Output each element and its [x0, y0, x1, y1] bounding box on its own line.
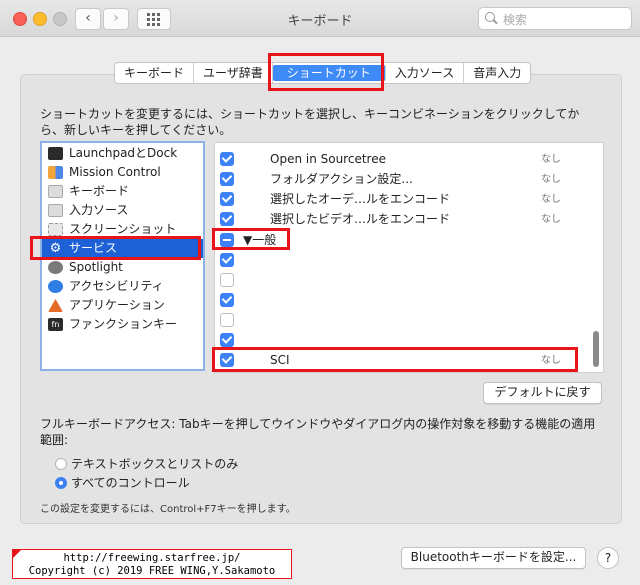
restore-default-button[interactable]: デフォルトに戻す	[483, 382, 602, 404]
category-item[interactable]: アクセシビリティ	[48, 277, 164, 296]
search-placeholder: 検索	[503, 13, 528, 27]
shortcut-checkbox[interactable]	[220, 152, 234, 166]
shortcut-list[interactable]: Open in Sourcetree なし フォルダアクション設定... なし 選択…	[214, 142, 604, 373]
category-item[interactable]: Mission Control	[48, 163, 161, 182]
keyboard-icon	[48, 185, 63, 198]
category-item[interactable]: Spotlight	[48, 258, 123, 277]
radio-all-controls[interactable]: すべてのコントロール	[55, 475, 190, 491]
spotlight-icon	[48, 261, 63, 274]
shortcut-row[interactable]	[215, 290, 585, 310]
app-icon	[48, 299, 63, 312]
title-bar: ‹ › キーボード 検索	[0, 0, 640, 37]
credit-url: http://freewing.starfree.jp/	[63, 552, 241, 564]
highlight-box-shortcuts-tab	[268, 53, 384, 91]
fn-icon: fn	[48, 318, 63, 331]
shortcut-note: この設定を変更するには、Control+F7キーを押します。	[40, 504, 296, 515]
full-keyboard-access-label: フルキーボードアクセス: Tabキーを押してウインドウやダイアログ内の操作対象を…	[40, 417, 596, 447]
highlight-box-sci-row	[212, 347, 578, 372]
radio-button[interactable]	[55, 477, 67, 489]
category-item[interactable]: キーボード	[48, 182, 129, 201]
shortcut-row[interactable]	[215, 250, 585, 270]
help-button[interactable]: ?	[597, 547, 619, 569]
shortcut-row[interactable]: Open in Sourcetree なし	[215, 149, 585, 169]
tab-input-sources[interactable]: 入力ソース	[386, 63, 465, 83]
shortcut-checkbox[interactable]	[220, 273, 234, 287]
shortcut-checkbox[interactable]	[220, 253, 234, 267]
category-item[interactable]: fn ファンクションキー	[48, 315, 177, 334]
shortcut-checkbox[interactable]	[220, 313, 234, 327]
bluetooth-keyboard-button[interactable]: Bluetoothキーボードを設定...	[401, 547, 586, 569]
launchpad-icon	[48, 147, 63, 160]
input-source-icon	[48, 204, 63, 217]
shortcut-checkbox[interactable]	[220, 293, 234, 307]
category-item[interactable]: 入力ソース	[48, 201, 128, 220]
radio-text-boxes-and-lists[interactable]: テキストボックスとリストのみ	[55, 456, 238, 472]
search-icon	[485, 12, 495, 22]
radio-button[interactable]	[55, 458, 67, 470]
instructions-text: ショートカットを変更するには、ショートカットを選択し、キーコンビネーションをクリ…	[40, 107, 580, 137]
credit-copyright: Copyright (c) 2019 FREE WING,Y.Sakamoto	[28, 565, 276, 577]
shortcut-checkbox[interactable]	[220, 172, 234, 186]
highlight-box-services	[30, 236, 201, 260]
highlight-box-general-group	[212, 228, 290, 250]
scrollbar-thumb[interactable]	[593, 331, 599, 367]
tab-user-dictionary[interactable]: ユーザ辞書	[194, 63, 273, 83]
credit-watermark: http://freewing.starfree.jp/ Copyright (…	[12, 549, 292, 579]
shortcut-checkbox[interactable]	[220, 333, 234, 347]
category-item[interactable]: アプリケーション	[48, 296, 165, 315]
shortcut-row[interactable]: 選択したビデオ…ルをエンコード なし	[215, 209, 585, 229]
category-item[interactable]: LaunchpadとDock	[48, 144, 177, 163]
screenshot-icon	[48, 223, 63, 236]
shortcut-row[interactable]: 選択したオーデ…ルをエンコード なし	[215, 189, 585, 209]
mission-control-icon	[48, 166, 63, 179]
accessibility-icon	[48, 280, 63, 293]
tab-keyboard[interactable]: キーボード	[115, 63, 195, 83]
shortcut-checkbox[interactable]	[220, 192, 234, 206]
shortcut-row[interactable]	[215, 310, 585, 330]
search-input[interactable]: 検索	[478, 7, 632, 30]
tab-dictation[interactable]: 音声入力	[464, 63, 530, 83]
shortcut-checkbox[interactable]	[220, 212, 234, 226]
shortcut-row[interactable]: フォルダアクション設定... なし	[215, 169, 585, 189]
shortcut-row[interactable]	[215, 270, 585, 290]
credit-corner-mark	[13, 550, 21, 558]
